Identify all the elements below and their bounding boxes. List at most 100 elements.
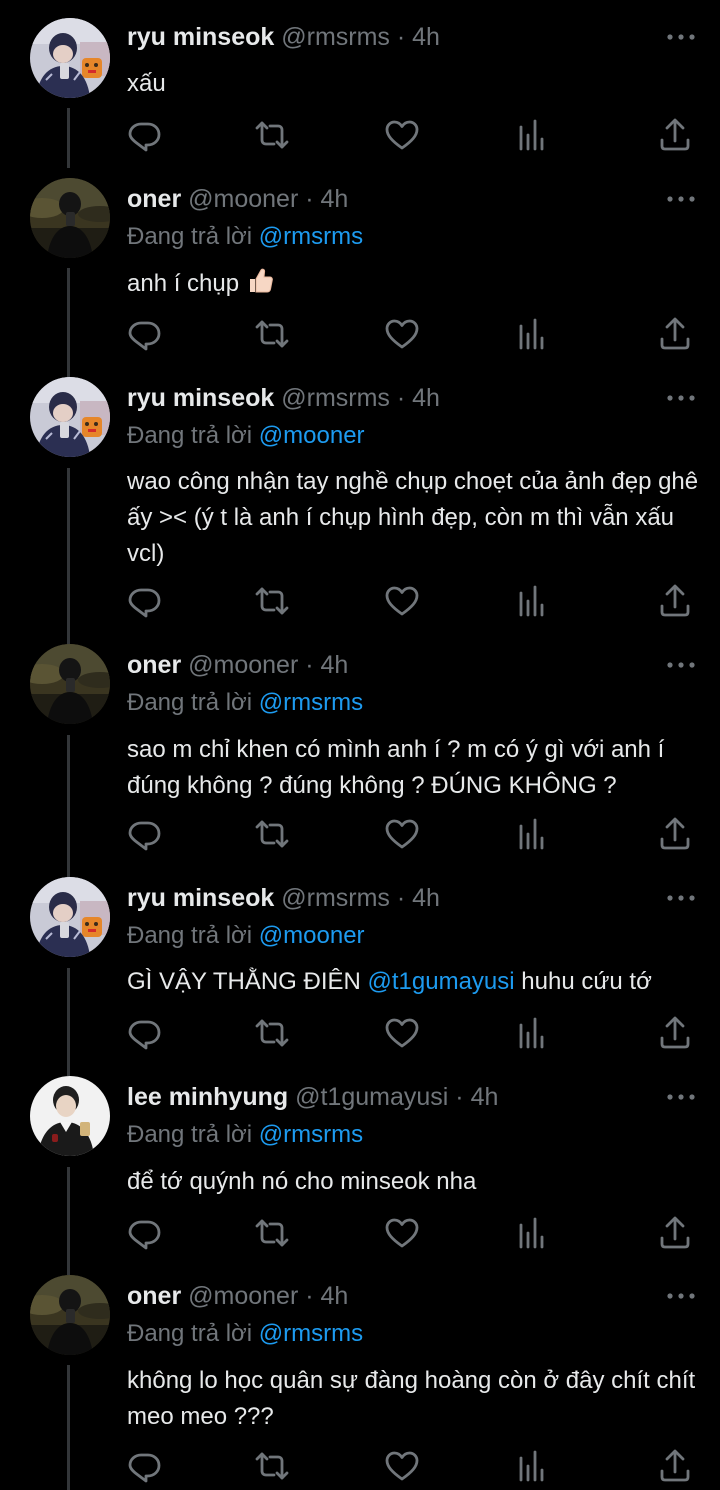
reply-prefix: Đang trả lời: [127, 1121, 253, 1148]
reply-icon[interactable]: [124, 581, 164, 621]
views-icon[interactable]: [512, 115, 552, 155]
tweet[interactable]: lee minhyung @t1gumayusi · 4h Đang trả l…: [0, 1060, 720, 1270]
display-name[interactable]: oner: [127, 185, 181, 213]
reply-icon[interactable]: [124, 314, 164, 354]
display-name[interactable]: ryu minseok: [127, 884, 274, 912]
retweet-icon[interactable]: [252, 115, 292, 155]
tweet[interactable]: oner @mooner · 4h Đang trả lời @rmsrms k…: [0, 1259, 720, 1490]
heart-icon[interactable]: [382, 1446, 422, 1486]
share-icon[interactable]: [655, 1013, 695, 1053]
more-icon[interactable]: [664, 184, 698, 214]
handle[interactable]: @mooner: [188, 185, 298, 213]
more-icon[interactable]: [664, 383, 698, 413]
display-name[interactable]: ryu minseok: [127, 23, 274, 51]
tweet[interactable]: oner @mooner · 4h Đang trả lời @rmsrms s…: [0, 628, 720, 868]
reply-icon[interactable]: [124, 1446, 164, 1486]
handle[interactable]: @rmsrms: [281, 23, 390, 51]
retweet-icon[interactable]: [252, 814, 292, 854]
more-icon[interactable]: [664, 1281, 698, 1311]
share-icon[interactable]: [655, 814, 695, 854]
retweet-icon[interactable]: [252, 1213, 292, 1253]
more-icon[interactable]: [664, 650, 698, 680]
reply-icon[interactable]: [124, 1013, 164, 1053]
tweet[interactable]: ryu minseok @rmsrms · 4h xấu: [0, 0, 720, 168]
action-bar: [0, 1013, 720, 1053]
more-icon[interactable]: [664, 22, 698, 52]
views-icon[interactable]: [512, 1013, 552, 1053]
heart-icon[interactable]: [382, 314, 422, 354]
display-name[interactable]: oner: [127, 1282, 181, 1310]
avatar[interactable]: [30, 877, 110, 957]
timestamp[interactable]: 4h: [412, 384, 440, 412]
tweet-header: lee minhyung @t1gumayusi · 4h: [127, 1083, 499, 1111]
tweet-text: để tớ quýnh nó cho minseok nha: [127, 1168, 477, 1195]
action-bar: [0, 814, 720, 854]
views-icon[interactable]: [512, 1446, 552, 1486]
mention-link[interactable]: @rmsrms: [259, 1320, 363, 1347]
avatar[interactable]: [30, 377, 110, 457]
tweet-header: ryu minseok @rmsrms · 4h: [127, 23, 440, 51]
replying-to: Đang trả lời @rmsrms: [127, 222, 363, 252]
replying-to: Đang trả lời @mooner: [127, 421, 365, 451]
share-icon[interactable]: [655, 115, 695, 155]
mention-link[interactable]: @t1gumayusi: [368, 968, 515, 995]
share-icon[interactable]: [655, 1213, 695, 1253]
mention-link[interactable]: @mooner: [259, 922, 365, 949]
reply-prefix: Đang trả lời: [127, 689, 253, 716]
retweet-icon[interactable]: [252, 1013, 292, 1053]
timestamp[interactable]: 4h: [471, 1083, 499, 1111]
display-name[interactable]: lee minhyung: [127, 1083, 288, 1111]
avatar[interactable]: [30, 644, 110, 724]
timestamp[interactable]: 4h: [321, 1282, 349, 1310]
handle[interactable]: @t1gumayusi: [295, 1083, 448, 1111]
handle[interactable]: @mooner: [188, 1282, 298, 1310]
handle[interactable]: @rmsrms: [281, 884, 390, 912]
tweet-text: sao m chỉ khen có mình anh í ? m có ý gì…: [127, 736, 665, 799]
more-icon[interactable]: [664, 883, 698, 913]
replying-to: Đang trả lời @rmsrms: [127, 688, 363, 718]
views-icon[interactable]: [512, 814, 552, 854]
retweet-icon[interactable]: [252, 581, 292, 621]
views-icon[interactable]: [512, 581, 552, 621]
avatar[interactable]: [30, 1275, 110, 1355]
avatar[interactable]: [30, 18, 110, 98]
more-icon[interactable]: [664, 1082, 698, 1112]
views-icon[interactable]: [512, 314, 552, 354]
reply-icon[interactable]: [124, 115, 164, 155]
avatar[interactable]: [30, 1076, 110, 1156]
tweet-text: không lo học quân sự đàng hoàng còn ở đâ…: [127, 1367, 696, 1430]
display-name[interactable]: oner: [127, 651, 181, 679]
timestamp[interactable]: 4h: [321, 185, 349, 213]
mention-link[interactable]: @mooner: [259, 422, 365, 449]
display-name[interactable]: ryu minseok: [127, 384, 274, 412]
reply-prefix: Đang trả lời: [127, 1320, 253, 1347]
timestamp[interactable]: 4h: [412, 884, 440, 912]
heart-icon[interactable]: [382, 1213, 422, 1253]
handle[interactable]: @rmsrms: [281, 384, 390, 412]
share-icon[interactable]: [655, 581, 695, 621]
heart-icon[interactable]: [382, 1013, 422, 1053]
heart-icon[interactable]: [382, 115, 422, 155]
avatar[interactable]: [30, 178, 110, 258]
retweet-icon[interactable]: [252, 314, 292, 354]
mention-link[interactable]: @rmsrms: [259, 1121, 363, 1148]
tweet-text: wao công nhận tay nghề chụp choẹt của ản…: [127, 468, 699, 567]
retweet-icon[interactable]: [252, 1446, 292, 1486]
timestamp[interactable]: 4h: [321, 651, 349, 679]
mention-link[interactable]: @rmsrms: [259, 223, 363, 250]
heart-icon[interactable]: [382, 814, 422, 854]
reply-icon[interactable]: [124, 814, 164, 854]
tweet[interactable]: oner @mooner · 4h Đang trả lời @rmsrms a…: [0, 162, 720, 372]
handle[interactable]: @mooner: [188, 651, 298, 679]
share-icon[interactable]: [655, 1446, 695, 1486]
views-icon[interactable]: [512, 1213, 552, 1253]
tweet[interactable]: ryu minseok @rmsrms · 4h Đang trả lời @m…: [0, 861, 720, 1071]
share-icon[interactable]: [655, 314, 695, 354]
timestamp[interactable]: 4h: [412, 23, 440, 51]
action-bar: [0, 581, 720, 621]
reply-icon[interactable]: [124, 1213, 164, 1253]
mention-link[interactable]: @rmsrms: [259, 689, 363, 716]
tweet[interactable]: ryu minseok @rmsrms · 4h Đang trả lời @m…: [0, 361, 720, 641]
tweet-text: anh í chụp: [127, 266, 702, 302]
heart-icon[interactable]: [382, 581, 422, 621]
